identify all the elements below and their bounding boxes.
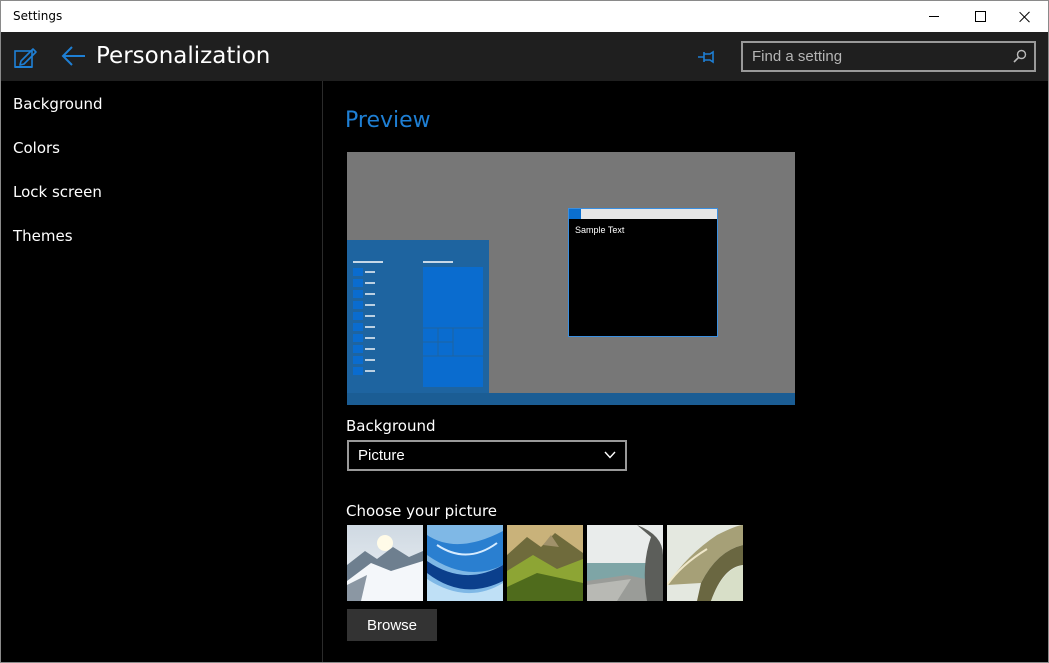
chevron-down-icon <box>604 451 616 459</box>
edit-settings-icon[interactable] <box>13 44 39 70</box>
search-input[interactable]: Find a setting <box>752 48 842 65</box>
window-title: Settings <box>13 9 63 23</box>
sidebar-item-colors[interactable]: Colors <box>13 139 60 157</box>
maximize-button[interactable] <box>957 1 1003 32</box>
close-button[interactable] <box>1002 1 1048 32</box>
picture-thumbnails <box>347 525 747 601</box>
page-title: Personalization <box>96 43 271 69</box>
app-header: Personalization Find a setting <box>1 32 1048 81</box>
minimize-icon <box>929 16 939 17</box>
sidebar-item-background[interactable]: Background <box>13 95 103 113</box>
browse-button[interactable]: Browse <box>347 609 437 641</box>
sidebar: Background Colors Lock screen Themes <box>1 81 323 662</box>
main-content: Preview Sample Text Background Picture C… <box>323 81 1048 662</box>
close-icon <box>1019 11 1031 23</box>
preview-window-titlebar <box>569 209 717 219</box>
blue-ice-wave-image[interactable] <box>427 525 503 601</box>
settings-window: Settings Personalization Find a setting … <box>0 0 1049 663</box>
preview-heading: Preview <box>345 108 431 133</box>
choose-picture-label: Choose your picture <box>346 502 498 520</box>
sand-sea-abstract-image[interactable] <box>667 525 743 601</box>
sidebar-item-lock-screen[interactable]: Lock screen <box>13 183 102 201</box>
title-bar: Settings <box>1 1 1048 32</box>
green-cliffs-image[interactable] <box>507 525 583 601</box>
background-dropdown[interactable]: Picture <box>347 440 627 471</box>
background-label: Background <box>346 417 436 435</box>
snowy-mountain-image[interactable] <box>347 525 423 601</box>
preview-sample-text: Sample Text <box>575 225 625 235</box>
maximize-icon <box>974 11 986 22</box>
coastal-rock-image[interactable] <box>587 525 663 601</box>
preview-start-menu-graphic <box>353 261 483 387</box>
preview-sample-window: Sample Text <box>568 208 718 337</box>
minimize-button[interactable] <box>911 1 957 32</box>
back-arrow-icon[interactable] <box>61 44 87 68</box>
search-box[interactable]: Find a setting <box>741 41 1036 72</box>
sidebar-item-themes[interactable]: Themes <box>13 227 73 245</box>
preview-start-menu <box>347 240 489 393</box>
search-icon[interactable] <box>1013 49 1027 63</box>
pin-icon[interactable] <box>696 47 718 67</box>
background-dropdown-value: Picture <box>358 447 405 464</box>
preview-taskbar <box>347 393 795 405</box>
desktop-preview: Sample Text <box>347 152 795 405</box>
preview-window-accent <box>569 209 581 219</box>
